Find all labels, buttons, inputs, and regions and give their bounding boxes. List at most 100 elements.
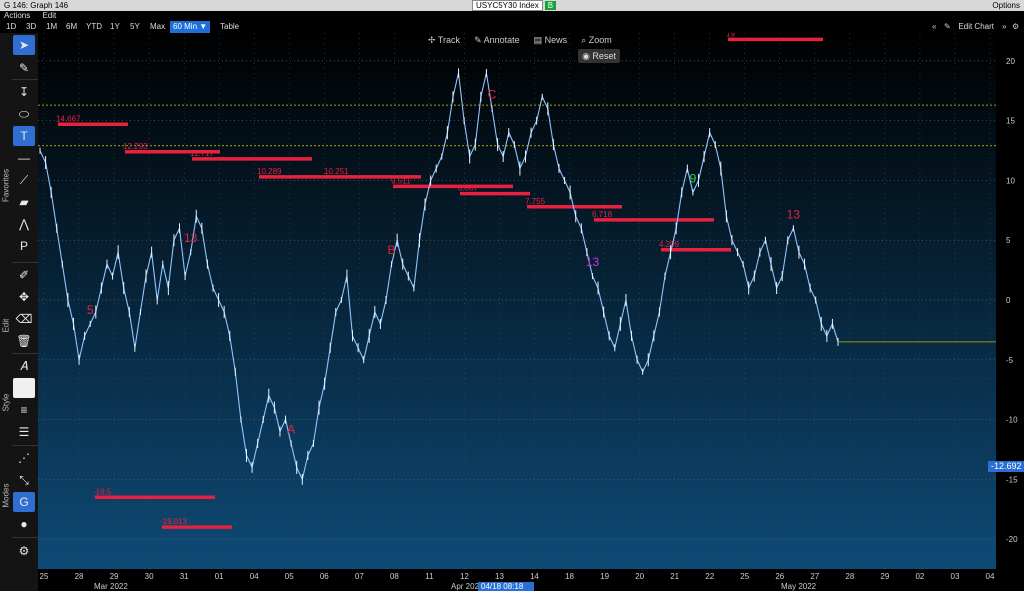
price-label-icon[interactable]: P [13,236,35,256]
last-price-tag: -12.692 [988,461,1024,472]
fibonacci-tool-icon[interactable]: ↧ [13,82,35,102]
magnet-mode-icon[interactable]: G [13,492,35,512]
actions-menu[interactable]: Actions [4,11,30,20]
x-tick-label: 13 [495,572,504,581]
settings-icon[interactable]: ⚙ [1012,21,1019,33]
options-menu[interactable]: Options [992,0,1020,11]
font-style-icon[interactable]: 𝐴 [13,356,35,376]
eraser-icon[interactable]: ⌫ [13,309,35,329]
section-favorites: Favorites [1,169,11,202]
y-tick-label: -15 [1006,475,1018,484]
title-bar: G 146: Graph 146 USYC5Y30 Index B Option… [0,0,1024,11]
annotate-button[interactable]: ✎ Annotate [474,33,520,47]
x-tick-label: 07 [355,572,364,581]
resistance-label: 4.209 [659,240,680,249]
edit-chart-icon[interactable]: ✎ [944,21,951,33]
setup-count-label: C [488,88,497,102]
month-label-may: May 2022 [781,582,817,591]
resistance-label: 10.289 [257,167,282,176]
pen-tool-icon[interactable]: ✎ [13,58,35,78]
zoom-label: Zoom [588,35,612,45]
x-tick-label: 03 [951,572,960,581]
x-tick-label: 08 [390,572,399,581]
section-edit: Edit [1,318,11,333]
interval-value: 60 Min [173,22,198,31]
divider [12,262,38,263]
track-button[interactable]: ✢ Track [428,33,460,47]
snap-mode-icon[interactable]: ⤡ [13,470,35,490]
setup-count-label: 13 [787,207,801,221]
pointer-tool-icon[interactable]: ➤ [13,35,35,55]
resistance-label: 12.293 [123,142,148,151]
expand-icon[interactable]: » [1002,21,1006,33]
section-modes: Modes [1,483,11,508]
ticker-input[interactable]: USYC5Y30 Index [472,0,543,11]
news-button[interactable]: ▤ News [534,33,568,47]
ellipse-tool-icon[interactable]: ⬭ [13,104,35,124]
color-mode-icon[interactable]: ● [13,514,35,534]
range-1y[interactable]: 1Y [110,21,120,33]
resistance-label: 9.511 [391,176,411,185]
y-tick-label: -20 [1006,535,1018,544]
divider [12,537,38,538]
trash-icon[interactable]: 🗑 [13,331,35,351]
range-6m[interactable]: 6M [66,21,77,33]
range-max[interactable]: Max [150,21,165,33]
range-1m[interactable]: 1M [46,21,57,33]
polyline-tool-icon[interactable]: ⋀ [13,214,35,234]
reset-button[interactable]: ◉ Reset [578,49,620,63]
window-title: G 146: Graph 146 [4,1,69,10]
x-tick-label: 22 [705,572,714,581]
x-tick-label: 28 [845,572,854,581]
y-tick-label: 15 [1006,117,1015,126]
resistance-label: 8.887 [458,184,479,193]
trendline-tool-icon[interactable]: ⟋ [13,170,35,190]
ticker-badge[interactable]: B [544,1,557,10]
y-tick-label: 0 [1006,296,1011,305]
gear-icon[interactable]: ⚙ [13,541,35,561]
resistance-label: 19 [726,33,735,38]
plot-area [38,33,996,569]
zoom-button[interactable]: ⌕ Zoom [581,33,612,47]
resistance-label: -16.5 [93,487,112,496]
line-weight-icon[interactable]: ≡ [13,400,35,420]
news-label: News [544,35,568,45]
x-tick-label: 27 [810,572,819,581]
text-tool-icon[interactable]: T [13,126,35,146]
x-tick-label: 14 [530,572,539,581]
line-style-icon[interactable]: ☰ [13,422,35,442]
resistance-label: 14.667 [56,114,81,123]
x-tick-label: 29 [880,572,889,581]
collapse-icon[interactable]: « [932,21,936,33]
setup-count-label: B [388,243,396,257]
edit-chart-button[interactable]: Edit Chart [958,21,994,33]
table-button[interactable]: Table [220,21,239,33]
horizontal-line-icon[interactable]: — [13,148,35,168]
range-ytd[interactable]: YTD [86,21,102,33]
security-field[interactable]: USYC5Y30 Index B [472,0,557,11]
y-tick-label: -10 [1006,416,1018,425]
fill-color-icon[interactable] [13,378,35,398]
move-icon[interactable]: ✥ [13,287,35,307]
x-tick-label: 21 [670,572,679,581]
month-label-mar: Mar 2022 [94,582,128,591]
y-tick-label: -5 [1006,356,1014,365]
channel-tool-icon[interactable]: ▰ [13,192,35,212]
dotted-mode-icon[interactable]: ⋰ [13,448,35,468]
range-3d[interactable]: 3D [26,21,36,33]
range-5y[interactable]: 5Y [130,21,140,33]
range-1d[interactable]: 1D [6,21,16,33]
price-chart[interactable]: 14.667 12.293 11.717 10.289 10.251 9.511 8.887… [38,33,1024,591]
edit-menu[interactable]: Edit [42,11,56,20]
y-tick-label: 5 [1006,236,1011,245]
x-tick-label: 28 [75,572,84,581]
interval-select[interactable]: 60 Min ▼ [170,21,211,33]
reset-label: Reset [592,51,616,61]
x-tick-label: 31 [180,572,189,581]
x-tick-label: 04 [986,572,995,581]
x-tick-label: 12 [460,572,469,581]
brush-icon[interactable]: ✐ [13,265,35,285]
menu-bar: Actions Edit [0,11,1024,21]
track-label: Track [437,35,461,45]
cursor-date-label: 04/18 08:18 [481,582,524,591]
